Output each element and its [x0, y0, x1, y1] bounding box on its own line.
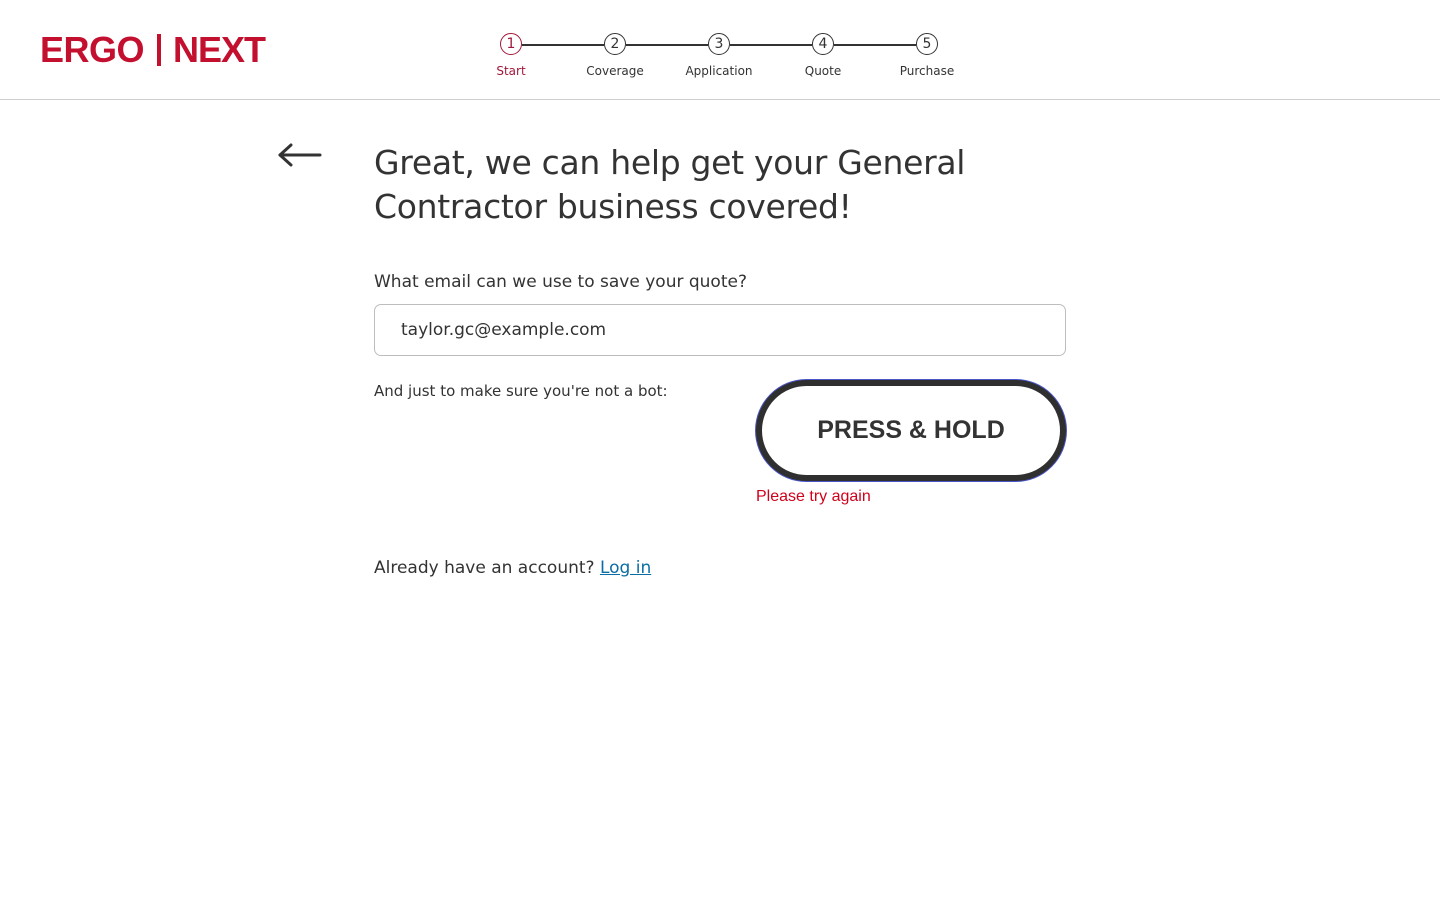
step-3-circle: 3 — [708, 33, 730, 55]
bot-check-label: And just to make sure you're not a bot: — [374, 382, 668, 400]
step-connector — [522, 44, 604, 46]
step-4-label: Quote — [804, 64, 842, 78]
arrow-left-icon — [278, 143, 322, 167]
logo-ergo-text: ERGO — [40, 29, 145, 70]
bot-check-error: Please try again — [756, 488, 871, 505]
site-header: ERGO NEXT 1 Start 2 Coverage 3 Applicati… — [0, 0, 1440, 100]
account-prompt-text: Already have an account? — [374, 558, 595, 578]
email-field-label: What email can we use to save your quote… — [374, 272, 747, 292]
step-2-circle: 2 — [604, 33, 626, 55]
step-4-circle: 4 — [812, 33, 834, 55]
account-prompt-line: Already have an account? Log in — [374, 556, 651, 580]
login-link[interactable]: Log in — [600, 558, 651, 578]
step-connector — [834, 44, 916, 46]
step-2-label: Coverage — [586, 64, 644, 78]
step-connector — [626, 44, 708, 46]
step-3-label: Application — [685, 64, 753, 78]
ergo-next-logo[interactable]: ERGO NEXT — [40, 29, 266, 70]
back-button[interactable] — [278, 142, 322, 168]
logo-divider — [157, 34, 162, 66]
step-5-circle: 5 — [916, 33, 938, 55]
logo-next-text: NEXT — [173, 29, 266, 70]
step-5-label: Purchase — [899, 64, 955, 78]
email-field[interactable] — [374, 304, 1066, 356]
step-connector — [730, 44, 812, 46]
press-and-hold-button[interactable]: PRESS & HOLD — [756, 380, 1066, 481]
page-title: Great, we can help get your General Cont… — [374, 143, 966, 226]
progress-stepper: 1 Start 2 Coverage 3 Application 4 Quote… — [496, 33, 954, 83]
step-1-label: Start — [496, 64, 526, 78]
step-1-circle: 1 — [500, 33, 522, 55]
